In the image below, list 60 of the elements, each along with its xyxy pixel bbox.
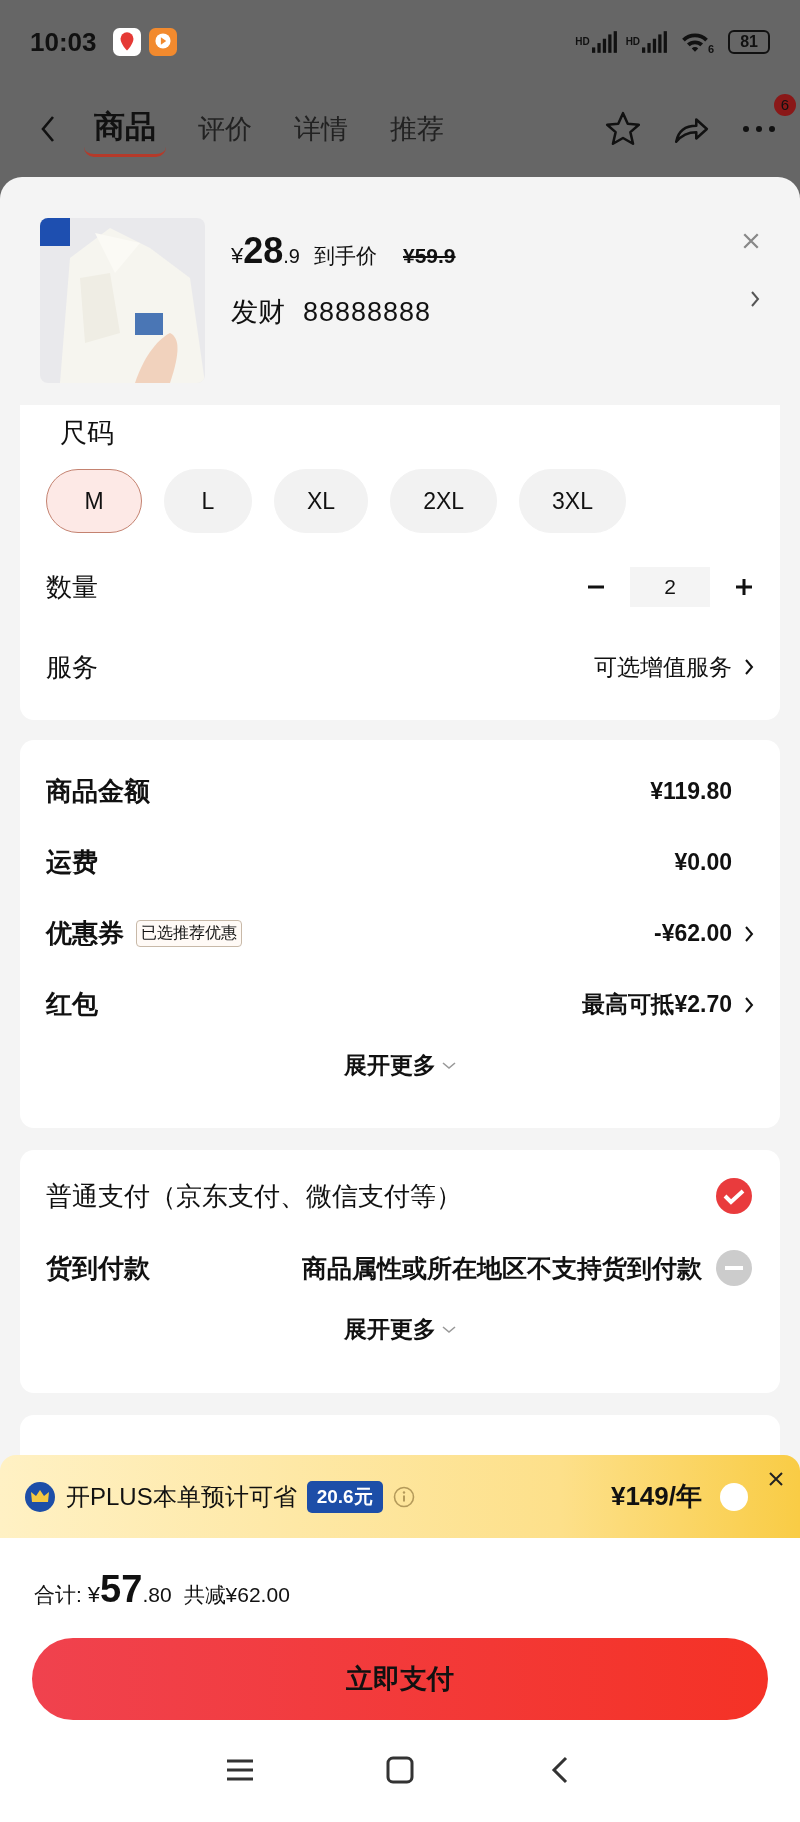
pay-button[interactable]: 立即支付 <box>32 1638 768 1720</box>
spec-name: 发财 <box>231 296 285 329</box>
row-label: 服务 <box>46 650 98 684</box>
row-label: 运费 <box>46 846 98 879</box>
size-option[interactable]: L <box>164 469 252 533</box>
chevron-right-icon[interactable] <box>744 658 754 676</box>
expand-more-link[interactable]: 展开更多 <box>344 1314 436 1345</box>
row-value: -¥62.00 <box>654 920 732 947</box>
battery-indicator: 81 <box>728 30 770 54</box>
plus-text: 开PLUS本单预计可省 <box>66 1481 297 1512</box>
play-app-icon <box>148 28 177 56</box>
chevron-right-icon[interactable] <box>744 995 754 1014</box>
chevron-right-icon[interactable] <box>750 290 760 308</box>
more-icon[interactable] <box>740 123 778 134</box>
crown-icon <box>24 1480 56 1513</box>
price-label: 到手价 <box>314 243 377 269</box>
row-label: 优惠券 <box>46 917 124 950</box>
payment-option: 货到付款 <box>46 1250 150 1286</box>
network-label: HD <box>625 36 641 47</box>
row-value: ¥0.00 <box>674 849 732 876</box>
home-icon[interactable] <box>385 1754 415 1785</box>
total-label: 合计: <box>34 1582 82 1608</box>
signal-icon <box>642 31 669 53</box>
plus-radio[interactable] <box>720 1482 748 1511</box>
radio-checked[interactable] <box>714 1176 754 1216</box>
expand-more-link[interactable]: 展开更多 <box>344 1050 436 1081</box>
service-value[interactable]: 可选增值服务 <box>594 651 732 683</box>
close-icon[interactable] <box>768 1471 784 1487</box>
plus-icon[interactable] <box>734 577 754 597</box>
section-title: 尺码 <box>59 417 115 450</box>
signal-icon <box>591 31 618 53</box>
network-label: HD <box>575 36 590 47</box>
coupon-tag: 已选推荐优惠 <box>136 920 242 947</box>
row-label: 商品金额 <box>46 775 150 808</box>
notification-badge: 6 <box>774 93 796 116</box>
row-label: 红包 <box>46 988 98 1021</box>
savings-badge: 20.6元 <box>306 1480 383 1513</box>
chevron-right-icon[interactable] <box>744 924 754 943</box>
row-label: 数量 <box>46 570 98 604</box>
size-option[interactable]: 3XL <box>519 469 626 533</box>
row-value: ¥119.80 <box>650 778 732 805</box>
size-option[interactable]: 2XL <box>390 469 498 533</box>
chevron-down-icon[interactable] <box>442 1325 456 1334</box>
plus-price: ¥149/年 <box>610 1480 702 1513</box>
status-time: 10:03 <box>30 26 97 58</box>
product-price: ¥28.9 <box>231 230 300 272</box>
star-icon[interactable] <box>604 109 642 148</box>
size-option[interactable]: XL <box>274 469 369 533</box>
original-price: ¥59.9 <box>403 244 456 268</box>
total-amount: ¥57.80 <box>87 1568 172 1611</box>
map-pin-app-icon <box>112 28 141 56</box>
discount-text: 共减¥62.00 <box>183 1582 290 1608</box>
size-option[interactable]: M <box>46 469 142 533</box>
wifi-label: 6 <box>708 43 715 55</box>
row-value: 最高可抵¥2.70 <box>582 990 732 1019</box>
payment-option: 普通支付（京东支付、微信支付等） <box>46 1178 462 1214</box>
quantity-field[interactable]: 2 <box>630 567 710 607</box>
spec-code: 88888888 <box>303 297 432 328</box>
payment-note: 商品属性或所在地区不支持货到付款 <box>302 1252 702 1284</box>
chevron-down-icon[interactable] <box>442 1061 456 1070</box>
